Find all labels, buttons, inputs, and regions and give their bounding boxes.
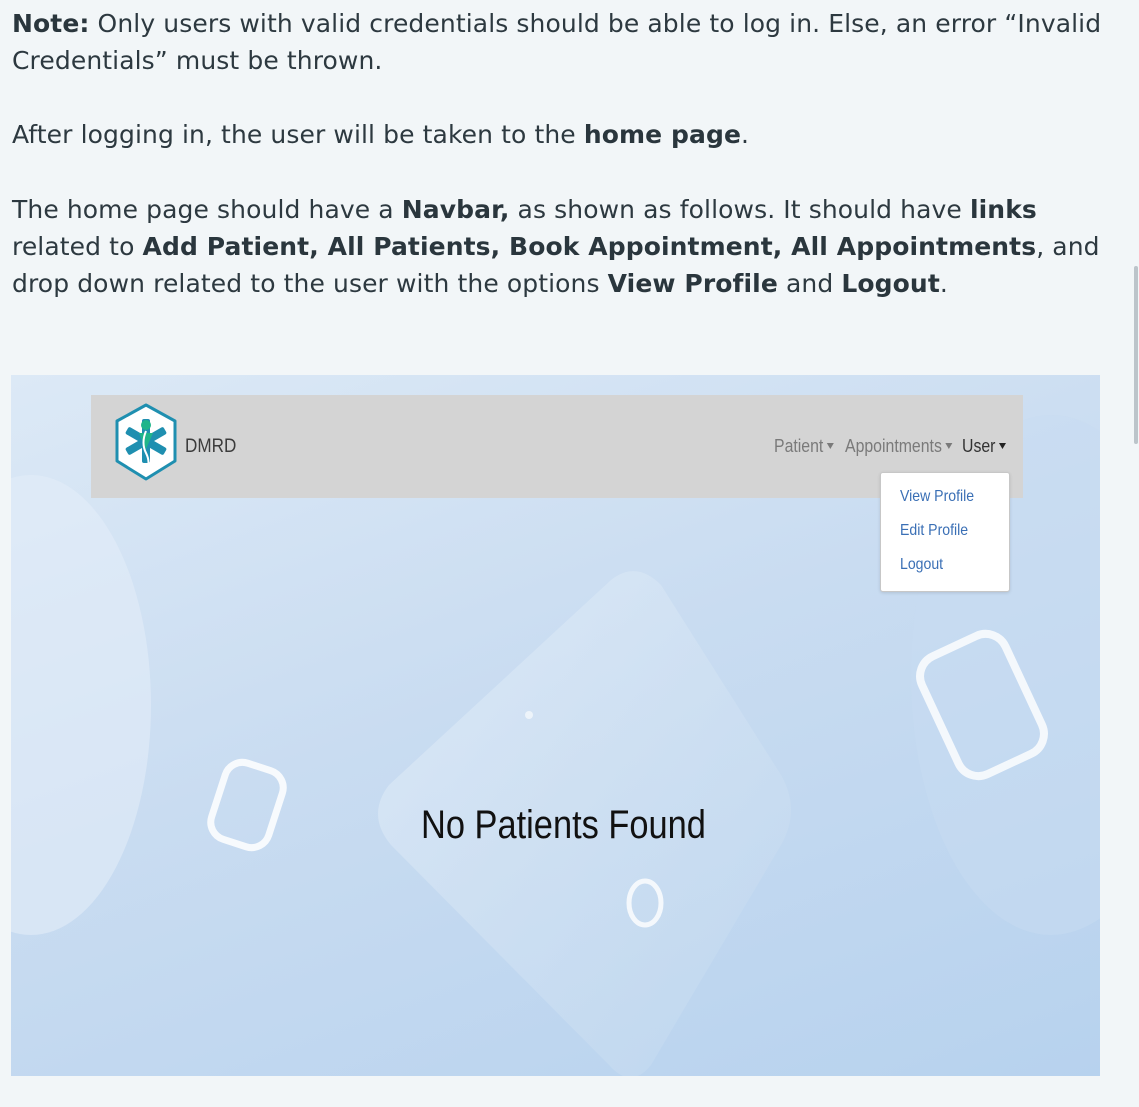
note-label: Note: (12, 9, 90, 38)
caret-down-icon (826, 443, 834, 449)
brand-name[interactable]: DMRD (185, 436, 236, 458)
nav-appointments-label: Appointments (845, 436, 942, 456)
navbar-bold: Navbar, (401, 195, 510, 224)
home-page-bold: home page (583, 120, 742, 149)
navbar-paragraph: The home page should have a Navbar, as s… (12, 191, 1112, 302)
menu-item-logout[interactable]: Logout (900, 556, 943, 574)
view-profile-bold: View Profile (607, 269, 778, 298)
links-bold: links (969, 195, 1037, 224)
navbar-text-1: The home page should have a (12, 195, 402, 224)
note-paragraph: Note: Only users with valid credentials … (12, 5, 1112, 79)
nav-user-dropdown[interactable]: User (962, 436, 1007, 457)
links-list-bold: Add Patient, All Patients, Book Appointm… (142, 232, 1037, 261)
home-page-paragraph: After logging in, the user will be taken… (12, 116, 1112, 153)
navbar-text-2: as shown as follows. It should have (509, 195, 970, 224)
user-dropdown-menu: View Profile Edit Profile Logout (880, 472, 1010, 592)
app-screenshot: DMRD Patient Appointments User View Prof… (11, 375, 1100, 1076)
page-scrollbar[interactable] (1134, 266, 1138, 444)
caret-down-icon (998, 443, 1007, 449)
empty-state-message: No Patients Found (421, 803, 706, 847)
home-page-text: After logging in, the user will be taken… (12, 120, 584, 149)
menu-item-edit-profile[interactable]: Edit Profile (900, 522, 968, 540)
navbar-text-6: . (939, 269, 948, 298)
nav-user-label: User (962, 436, 996, 456)
note-text: Only users with valid credentials should… (12, 9, 1102, 75)
logout-bold: Logout (841, 269, 940, 298)
navbar-text-5: and (777, 269, 842, 298)
caret-down-icon (945, 443, 953, 449)
nav-appointments-dropdown[interactable]: Appointments (845, 436, 953, 457)
home-page-period: . (741, 120, 750, 149)
nav-patient-dropdown[interactable]: Patient (774, 436, 834, 457)
nav-patient-label: Patient (774, 436, 824, 456)
navbar-text-3: related to (12, 232, 143, 261)
menu-item-view-profile[interactable]: View Profile (900, 488, 974, 506)
medical-star-of-life-icon[interactable] (111, 403, 181, 483)
